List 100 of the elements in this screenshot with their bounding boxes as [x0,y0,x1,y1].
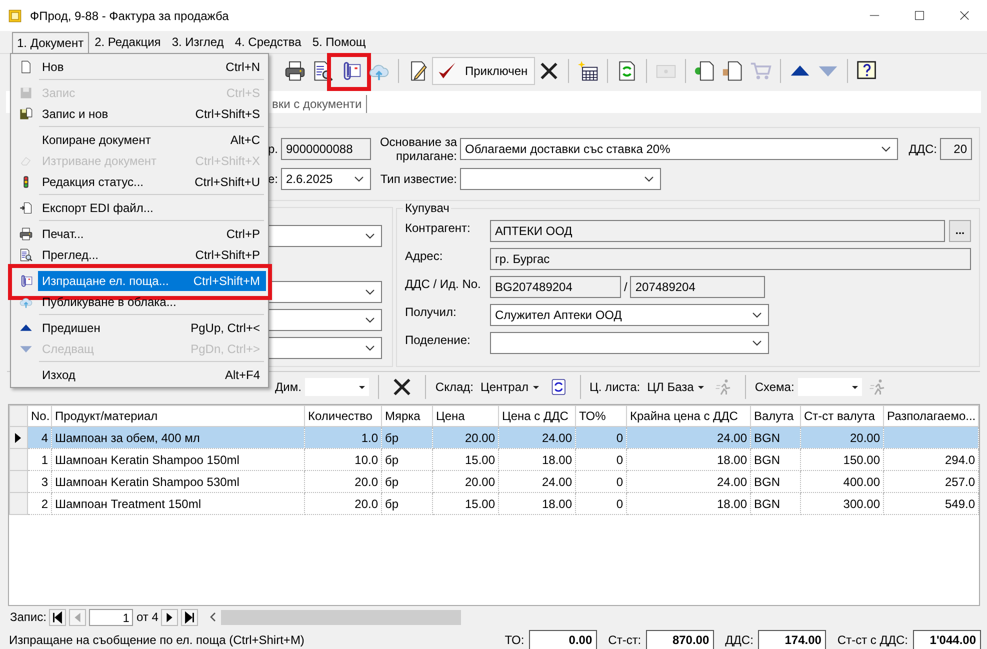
total-value: 1'044.00 [913,630,981,649]
shortcut-label: Ctrl+P [226,226,260,240]
menu-item[interactable]: Запис и нов Ctrl+Shift+S [38,104,266,124]
print-preview-icon[interactable] [312,60,334,82]
menu-item[interactable]: Печат... Ctrl+P [38,224,266,244]
field-label: Ц. листа: [590,380,640,394]
dropdown[interactable] [268,225,382,247]
dropdown[interactable] [268,337,382,359]
printer-icon [19,226,33,240]
column-header[interactable]: Продукт/материал [52,406,304,426]
paperclip-mail-icon [19,274,33,288]
field-label: Тип известие: [380,172,457,186]
total-value: 0.00 [529,630,598,649]
calendar-icon[interactable] [576,60,599,82]
refresh-icon[interactable] [550,378,568,396]
shortcut-label: Ctrl+Shift+U [194,174,260,188]
menu-bar-item[interactable]: 3. Изглед [166,31,229,53]
group-title: Купувач [404,201,450,215]
browse-button[interactable]: ... [949,220,971,242]
basis-dropdown[interactable]: Облагаеми доставки със ставка 20% [460,138,898,160]
table-cell: BGN [754,430,780,444]
status-toggle-button[interactable]: Приключен [432,57,535,85]
column-header[interactable]: Мярка [382,406,432,426]
table-row[interactable]: 4 Шампоан за обем, 400 мл 1.0 бр 20.00 24.00 0 24.00 BGN 20.00 [10,426,978,448]
date-picker[interactable]: 2.6.2025 [281,168,371,190]
menu-item[interactable]: Нов Ctrl+N [38,56,266,76]
shortcut-label: Ctrl+N [226,60,260,74]
column-header[interactable]: Валута [750,406,800,426]
total-label: ДДС: [725,633,754,647]
menu-bar-item[interactable]: 1. Документ [12,32,89,52]
shortcut-label: Alt+F4 [224,368,260,382]
partner-field[interactable]: АПТЕКИ ООД [490,220,945,242]
record-count: от 4 [136,610,158,624]
menu-item[interactable]: Копиране документ Alt+C [38,130,266,150]
table-row[interactable]: 3 Шампоан Keratin Shampoo 530ml 20.0 бр 20.00 24.00 0 24.00 BGN 400.00 257.0 [10,470,978,492]
shortcut-label: PgUp, Ctrl+< [190,320,260,334]
table-cell: 1.0 [361,430,378,444]
table-cell: 3 [41,474,48,488]
menu-bar-item[interactable]: 4. Средства [230,31,306,53]
address-field[interactable]: гр. Бургас [490,248,971,270]
column-header[interactable]: Ст-ст валута [800,406,884,426]
record-field[interactable]: 1 [89,608,134,626]
division-dropdown[interactable] [490,332,769,354]
shortcut-label: Alt+C [230,132,260,146]
vat-number-field[interactable]: BG207489204 [490,276,621,298]
maximize-icon[interactable] [914,10,925,21]
dropdown[interactable] [268,281,382,303]
notice-type-dropdown[interactable] [460,168,661,190]
column-header[interactable]: ТО% [576,406,626,426]
column-header[interactable]: Цена [432,406,498,426]
menu-item[interactable]: Изпращане ел. поща... Ctrl+Shift+M [38,270,266,290]
table-cell: бр [385,430,399,444]
total-label: Ст-ст: [608,633,642,647]
column-header[interactable]: Разполагаемо... [884,406,978,426]
help-icon[interactable] [856,60,878,82]
caret-icon [851,383,860,391]
table-cell: бр [385,452,399,466]
id-number-field[interactable]: 207489204 [630,276,766,298]
table-cell: 18.00 [716,452,747,466]
export-icon [19,200,33,214]
field-label: Схема: [754,380,794,394]
table-cell: BGN [754,474,780,488]
document-icon[interactable] [694,60,716,82]
menu-item[interactable]: Предишен PgUp, Ctrl+< [38,318,266,338]
table-row[interactable]: 2 Шампоан Treatment 150ml 20.0 бр 15.00 18.00 0 18.00 BGN 300.00 549.0 [10,492,978,514]
price-list-dropdown[interactable]: ЦЛ База [644,378,708,396]
first-record-icon[interactable] [49,608,66,626]
table-cell: 10.0 [354,452,378,466]
table-cell: BGN [754,496,780,510]
status-message: Изпращане на съобщение по ел. поща (Ctrl+Shirt+M) [9,633,306,647]
column-header[interactable]: Крайна цена с ДДС [626,406,750,426]
close-icon[interactable] [959,10,970,21]
column-header[interactable]: No. [28,406,52,426]
table-cell: 18.00 [542,452,572,466]
vat-rate-field[interactable]: 20 [940,138,972,160]
menu-bar-item[interactable]: 5. Помощ [307,31,371,53]
field-label: Адрес: [405,248,444,263]
menu-item[interactable]: Редакция статус... Ctrl+Shift+U [38,172,266,192]
column-header[interactable]: Количество [304,406,382,426]
warehouse-dropdown[interactable]: Централ [477,378,543,396]
menu-item[interactable]: Преглед... Ctrl+Shift+P [38,244,266,264]
received-by-dropdown[interactable]: Служител Аптеки ООД [490,304,769,326]
menu-item[interactable]: Изход Alt+F4 [38,364,266,384]
table-row[interactable]: 1 Шампоан Keratin Shampoo 150ml 10.0 бр 15.00 18.00 0 18.00 BGN 150.00 294.0 [10,448,978,470]
table-cell: Шампоан Keratin Shampoo 150ml [55,452,240,466]
menu-bar-item[interactable]: 2. Редакция [90,31,166,53]
printer-icon[interactable] [284,60,306,82]
dropdown[interactable] [268,309,382,331]
menu-item[interactable]: Експорт EDI файл... [38,198,266,218]
shortcut-label: Ctrl+Shift+P [195,248,260,262]
last-record-icon[interactable] [181,608,198,626]
column-header[interactable]: Цена с ДДС [498,406,576,426]
table-cell: 24.00 [542,430,572,444]
next-record-icon[interactable] [161,608,178,626]
table-cell: 20.00 [464,430,495,444]
number-field[interactable]: 9000000088 [281,138,371,160]
field-label: р. [268,142,278,156]
table-cell: Шампоан Treatment 150ml [55,496,201,510]
table-cell: 257.0 [944,474,975,488]
document-icon[interactable] [722,60,744,82]
